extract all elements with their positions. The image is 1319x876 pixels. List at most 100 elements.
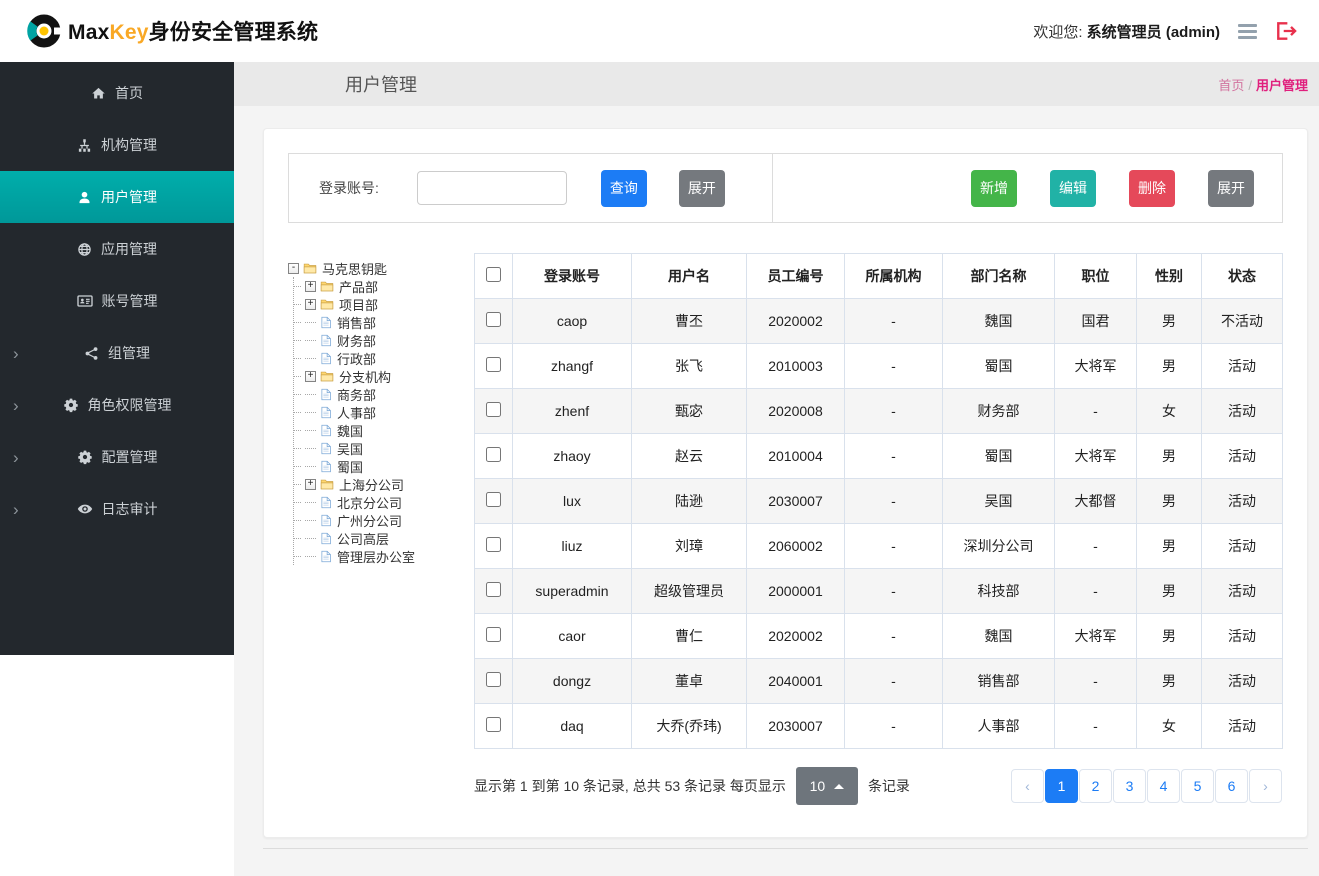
query-button[interactable]: 查询 xyxy=(600,169,647,207)
collapse-expander-icon[interactable]: - xyxy=(288,262,299,274)
expand-icon[interactable]: + xyxy=(305,370,316,382)
tree-node[interactable]: 吴国 xyxy=(294,439,474,457)
tree-node[interactable]: + 项目部 xyxy=(294,295,474,313)
row-checkbox[interactable] xyxy=(486,447,501,462)
row-checkbox-cell xyxy=(474,298,513,344)
record-summary: 显示第 1 到第 10 条记录, 总共 53 条记录 每页显示 xyxy=(474,778,786,794)
sidebar-item-audit[interactable]: › 日志审计 xyxy=(0,483,234,535)
sidebar-item-org[interactable]: 机构管理 xyxy=(0,119,234,171)
row-checkbox[interactable] xyxy=(486,492,501,507)
tree-node[interactable]: + 分支机构 xyxy=(294,367,474,385)
file-icon xyxy=(320,424,332,437)
table-cell: 超级管理员 xyxy=(631,568,747,614)
sidebar-item-role[interactable]: › 角色权限管理 xyxy=(0,379,234,431)
tree-node-label: 吴国 xyxy=(337,441,364,457)
tree-connector xyxy=(305,465,316,467)
footer-divider xyxy=(263,848,1308,868)
tree-node[interactable]: 魏国 xyxy=(294,421,474,439)
tree-node[interactable]: 行政部 xyxy=(294,349,474,367)
tree-node-label: 蜀国 xyxy=(337,459,364,475)
page-button-2[interactable]: 2 xyxy=(1079,769,1112,803)
tree-node[interactable]: 蜀国 xyxy=(294,457,474,475)
tree-node[interactable]: 管理层办公室 xyxy=(294,547,474,565)
page-size-dropdown[interactable]: 10 xyxy=(795,767,858,805)
tree-node-label: 产品部 xyxy=(339,279,379,295)
row-checkbox-cell xyxy=(474,523,513,569)
tree-children: + 产品部 + 项目部 销售部 财务部 行政部 + 分支机构 商务部人事部 魏国吴国蜀国 + 上海分公司… xyxy=(293,277,474,565)
page-button-6[interactable]: 6 xyxy=(1215,769,1248,803)
search-input[interactable] xyxy=(416,171,567,205)
file-icon xyxy=(320,316,332,329)
file-icon xyxy=(320,550,332,563)
menu-toggle-icon[interactable] xyxy=(1238,23,1257,39)
column-header: 登录账号 xyxy=(512,253,632,299)
table-cell: 活动 xyxy=(1201,613,1283,659)
sidebar-item-account[interactable]: 账号管理 xyxy=(0,275,234,327)
row-checkbox[interactable] xyxy=(486,582,501,597)
row-checkbox[interactable] xyxy=(486,357,501,372)
tree-node[interactable]: 北京分公司 xyxy=(294,493,474,511)
next-page-button[interactable]: › xyxy=(1249,769,1282,803)
tree-root-node[interactable]: - 马克思钥匙 xyxy=(288,259,474,277)
sidebar-item-label: 用户管理 xyxy=(101,189,157,205)
breadcrumb-home-link[interactable]: 首页 xyxy=(1218,78,1244,93)
tree-node[interactable]: 人事部 xyxy=(294,403,474,421)
page-button-3[interactable]: 3 xyxy=(1113,769,1146,803)
prev-page-button[interactable]: ‹ xyxy=(1011,769,1044,803)
chevron-right-icon: › xyxy=(13,447,19,467)
page-button-4[interactable]: 4 xyxy=(1147,769,1180,803)
row-checkbox[interactable] xyxy=(486,537,501,552)
tree-node-label: 项目部 xyxy=(339,297,379,313)
table-cell: - xyxy=(1054,658,1137,704)
table-cell: 活动 xyxy=(1201,388,1283,434)
sidebar-item-label: 首页 xyxy=(115,85,143,101)
column-header: 所属机构 xyxy=(844,253,943,299)
tree-node[interactable]: 公司高层 xyxy=(294,529,474,547)
table-cell: 2000001 xyxy=(746,568,845,614)
toolbar: 登录账号: 查询 展开 新增 编辑 删除 展开 xyxy=(288,153,1283,223)
row-checkbox[interactable] xyxy=(486,402,501,417)
app-title: MaxKey身份安全管理系统 xyxy=(68,21,319,44)
expand-icon[interactable]: + xyxy=(305,280,316,292)
tree-node[interactable]: 财务部 xyxy=(294,331,474,349)
folder-icon xyxy=(303,262,317,275)
folder-icon xyxy=(320,280,334,293)
tree-node[interactable]: 商务部 xyxy=(294,385,474,403)
page-button-1[interactable]: 1 xyxy=(1045,769,1078,803)
sidebar-item-user[interactable]: 用户管理 xyxy=(0,171,234,223)
file-icon xyxy=(320,406,332,419)
row-checkbox-cell xyxy=(474,568,513,614)
row-checkbox[interactable] xyxy=(486,672,501,687)
logout-icon[interactable] xyxy=(1275,21,1297,41)
expand-tree-button[interactable]: 展开 xyxy=(1208,169,1254,207)
row-checkbox[interactable] xyxy=(486,312,501,327)
page-button-5[interactable]: 5 xyxy=(1181,769,1214,803)
delete-button[interactable]: 删除 xyxy=(1129,169,1175,207)
sidebar-item-app[interactable]: 应用管理 xyxy=(0,223,234,275)
file-icon xyxy=(320,532,332,545)
tree-node[interactable]: 销售部 xyxy=(294,313,474,331)
edit-button[interactable]: 编辑 xyxy=(1050,169,1096,207)
tree-node[interactable]: + 上海分公司 xyxy=(294,475,474,493)
table-cell: 2020008 xyxy=(746,388,845,434)
expand-search-button[interactable]: 展开 xyxy=(678,169,725,207)
row-checkbox[interactable] xyxy=(486,717,501,732)
tree-node-label: 上海分公司 xyxy=(339,477,405,493)
maxkey-logo-icon xyxy=(26,13,62,49)
table-cell: 男 xyxy=(1136,298,1202,344)
sidebar-item-group[interactable]: › 组管理 xyxy=(0,327,234,379)
select-all-checkbox[interactable] xyxy=(486,267,501,282)
column-header: 状态 xyxy=(1201,253,1283,299)
sidebar-item-config[interactable]: › 配置管理 xyxy=(0,431,234,483)
add-button[interactable]: 新增 xyxy=(971,169,1017,207)
tree-node[interactable]: 广州分公司 xyxy=(294,511,474,529)
tree-node-label: 管理层办公室 xyxy=(337,549,416,565)
file-icon xyxy=(320,442,332,455)
row-checkbox[interactable] xyxy=(486,627,501,642)
sidebar-item-home[interactable]: 首页 xyxy=(0,67,234,119)
expand-icon[interactable]: + xyxy=(305,478,316,490)
expand-icon[interactable]: + xyxy=(305,298,316,310)
tree-node-label: 人事部 xyxy=(337,405,377,421)
table-body: caop 曹丕 2020002- 魏国 国君男不活动 zhangf 张飞 2010003- 蜀国… xyxy=(474,298,1283,749)
tree-node[interactable]: + 产品部 xyxy=(294,277,474,295)
